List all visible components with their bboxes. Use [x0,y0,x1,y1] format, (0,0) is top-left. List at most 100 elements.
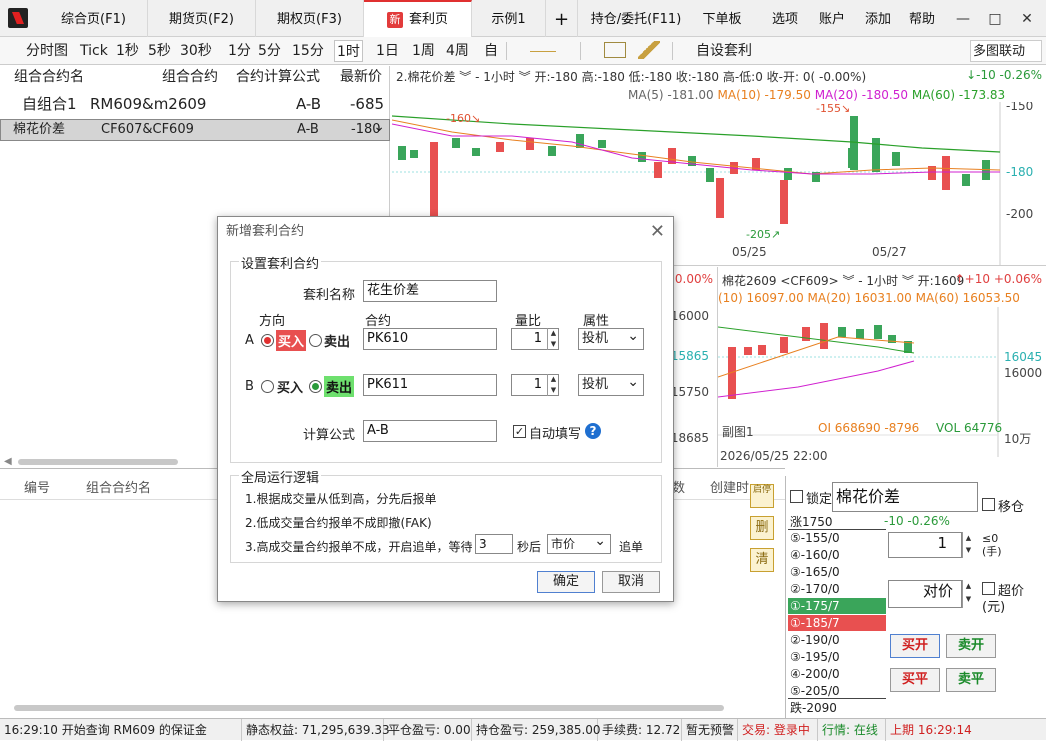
col-combo-name[interactable]: 组合合约名 [14,66,84,88]
col-combo-contract[interactable]: 组合合约 [162,66,218,88]
leg-a-contract-input[interactable]: PK610 [363,328,497,350]
confirm-button[interactable]: 确定 [537,571,595,593]
arbitrage-name-input[interactable]: 花生价差 [363,280,497,302]
horizontal-scrollbar[interactable] [14,705,724,711]
table-row[interactable]: 自组合1 RM609&m2609 A-B -685 [0,90,390,118]
contract-name-field[interactable]: 棉花价差 [832,482,978,512]
period-4w[interactable]: 4周 [444,40,471,62]
col-last-price[interactable]: 最新价 [340,66,382,88]
menu-options[interactable]: 选项 [764,0,806,37]
period-5m[interactable]: 5分 [256,40,283,62]
sell-close-button[interactable]: 卖平 [946,668,996,692]
menu-positions[interactable]: 持仓/委托(F11) [588,0,684,37]
col-create-time[interactable]: 创建时 [710,477,749,496]
period-30s[interactable]: 30秒 [178,40,214,62]
period-toolbar: 分时图 Tick 1秒 5秒 30秒 1分 5分 15分 1时 1日 1周 4周… [0,37,1046,81]
tab-overview[interactable]: 综合页(F1) [40,0,148,37]
period-timeshare[interactable]: 分时图 [24,40,70,62]
y-tick: 16000 [670,309,709,323]
minimize-icon[interactable]: — [950,6,976,32]
help-icon[interactable]: ? [585,423,601,439]
cancel-button[interactable]: 取消 [602,571,660,593]
app-logo [8,8,28,28]
leg-a-buy-radio[interactable] [261,334,274,347]
close-icon[interactable]: ✕ [1014,6,1040,32]
add-tab-button[interactable]: + [546,0,578,37]
price-input[interactable]: 对价 [888,580,962,608]
ask-level[interactable]: ⑤-155/0 [788,530,886,546]
ask-level[interactable]: ③-165/0 [788,564,886,580]
autofill-checkbox[interactable]: ✓ [513,425,526,438]
start-stop-button[interactable]: 启停 [750,484,774,508]
multi-chart-link-select[interactable]: 多图联动 ⌄ [970,40,1042,81]
chase-mode-select[interactable]: 市价 [547,532,611,554]
move-position-checkbox[interactable] [982,498,995,511]
maximize-icon[interactable]: □ [982,6,1008,32]
eraser-icon[interactable] [638,41,660,59]
formula-input[interactable]: A-B [363,420,497,442]
overprice-checkbox[interactable] [982,582,995,595]
tab-arbitrage[interactable]: 新套利页 [364,0,472,37]
leg-b-buy-label[interactable]: 买入 [277,377,303,396]
menu-account[interactable]: 账户 [812,0,852,37]
leg-a-sell-label[interactable]: 卖出 [324,331,350,350]
leg-a-buy-label[interactable]: 买入 [276,330,307,351]
col-combo-name[interactable]: 组合合约名 [86,477,151,496]
leg-a-attribute-select[interactable]: 投机 [578,326,644,350]
bid-level[interactable]: ②-190/0 [788,632,886,648]
custom-arbitrage-button[interactable]: 自设套利 [694,40,754,62]
leg-b-ratio-stepper[interactable]: ▲ ▼ [547,374,559,396]
period-custom[interactable]: 自 [482,40,500,62]
price-stepper[interactable]: ▲ ▼ [962,580,974,608]
tab-futures[interactable]: 期货页(F2) [148,0,256,37]
ask-level[interactable]: ②-170/0 [788,581,886,597]
rectangle-tool-icon[interactable] [604,42,626,58]
clear-button[interactable]: 清 [750,548,774,572]
leg-a-ratio-stepper[interactable]: ▲ ▼ [547,328,559,350]
y-tick-last: 16045 [1004,350,1042,364]
period-1m[interactable]: 1分 [226,40,253,62]
leg-a-sell-radio[interactable] [309,334,322,347]
line-tool-icon[interactable] [530,40,556,52]
lock-checkbox[interactable] [790,490,803,503]
col-id[interactable]: 编号 [24,477,50,496]
ask-level[interactable]: ④-160/0 [788,547,886,563]
leg-b-contract-input[interactable]: PK611 [363,374,497,396]
wait-seconds-input[interactable]: 3 [475,534,513,554]
sell-open-button[interactable]: 卖开 [946,634,996,658]
close-icon[interactable]: ✕ [650,221,665,242]
col-formula[interactable]: 合约计算公式 [236,66,320,88]
leg-b-attribute-select[interactable]: 投机 [578,372,644,396]
tab-arbitrage-label: 套利页 [408,12,448,27]
period-1h[interactable]: 1时 [334,40,363,62]
table-row[interactable]: 棉花价差 CF607&CF609 A-B -180 [0,117,390,141]
period-1s[interactable]: 1秒 [114,40,141,62]
bid-level[interactable]: ⑤-205/0 [788,683,886,699]
quantity-input[interactable]: 1 [888,532,962,558]
menu-order-board[interactable]: 下单板(F12) [686,0,758,67]
buy-open-button[interactable]: 买开 [890,634,940,658]
quantity-stepper[interactable]: ▲ ▼ [962,532,974,558]
tab-options[interactable]: 期权页(F3) [256,0,364,37]
tab-example1[interactable]: 示例1 [472,0,546,37]
bid-level-best[interactable]: ①-185/7 [788,615,886,631]
bid-level[interactable]: ④-200/0 [788,666,886,682]
horizontal-scrollbar[interactable] [18,459,178,465]
period-1w[interactable]: 1周 [410,40,437,62]
price-unit: (元) [982,600,1006,615]
period-1d[interactable]: 1日 [374,40,401,62]
leg-b-buy-radio[interactable] [261,380,274,393]
menu-add[interactable]: 添加 [858,0,898,37]
ma60-line [392,115,1001,153]
period-tick[interactable]: Tick [78,40,110,62]
scroll-left-icon[interactable]: ◀ [4,456,12,467]
bid-level[interactable]: ③-195/0 [788,649,886,665]
leg-b-sell-label[interactable]: 卖出 [324,376,355,397]
delete-button[interactable]: 删 [750,516,774,540]
leg-b-sell-radio[interactable] [309,380,322,393]
menu-help[interactable]: 帮助 [902,0,942,37]
buy-close-button[interactable]: 买平 [890,668,940,692]
period-15m[interactable]: 15分 [290,40,326,62]
period-5s[interactable]: 5秒 [146,40,173,62]
ask-level-best[interactable]: ①-175/7 [788,598,886,614]
